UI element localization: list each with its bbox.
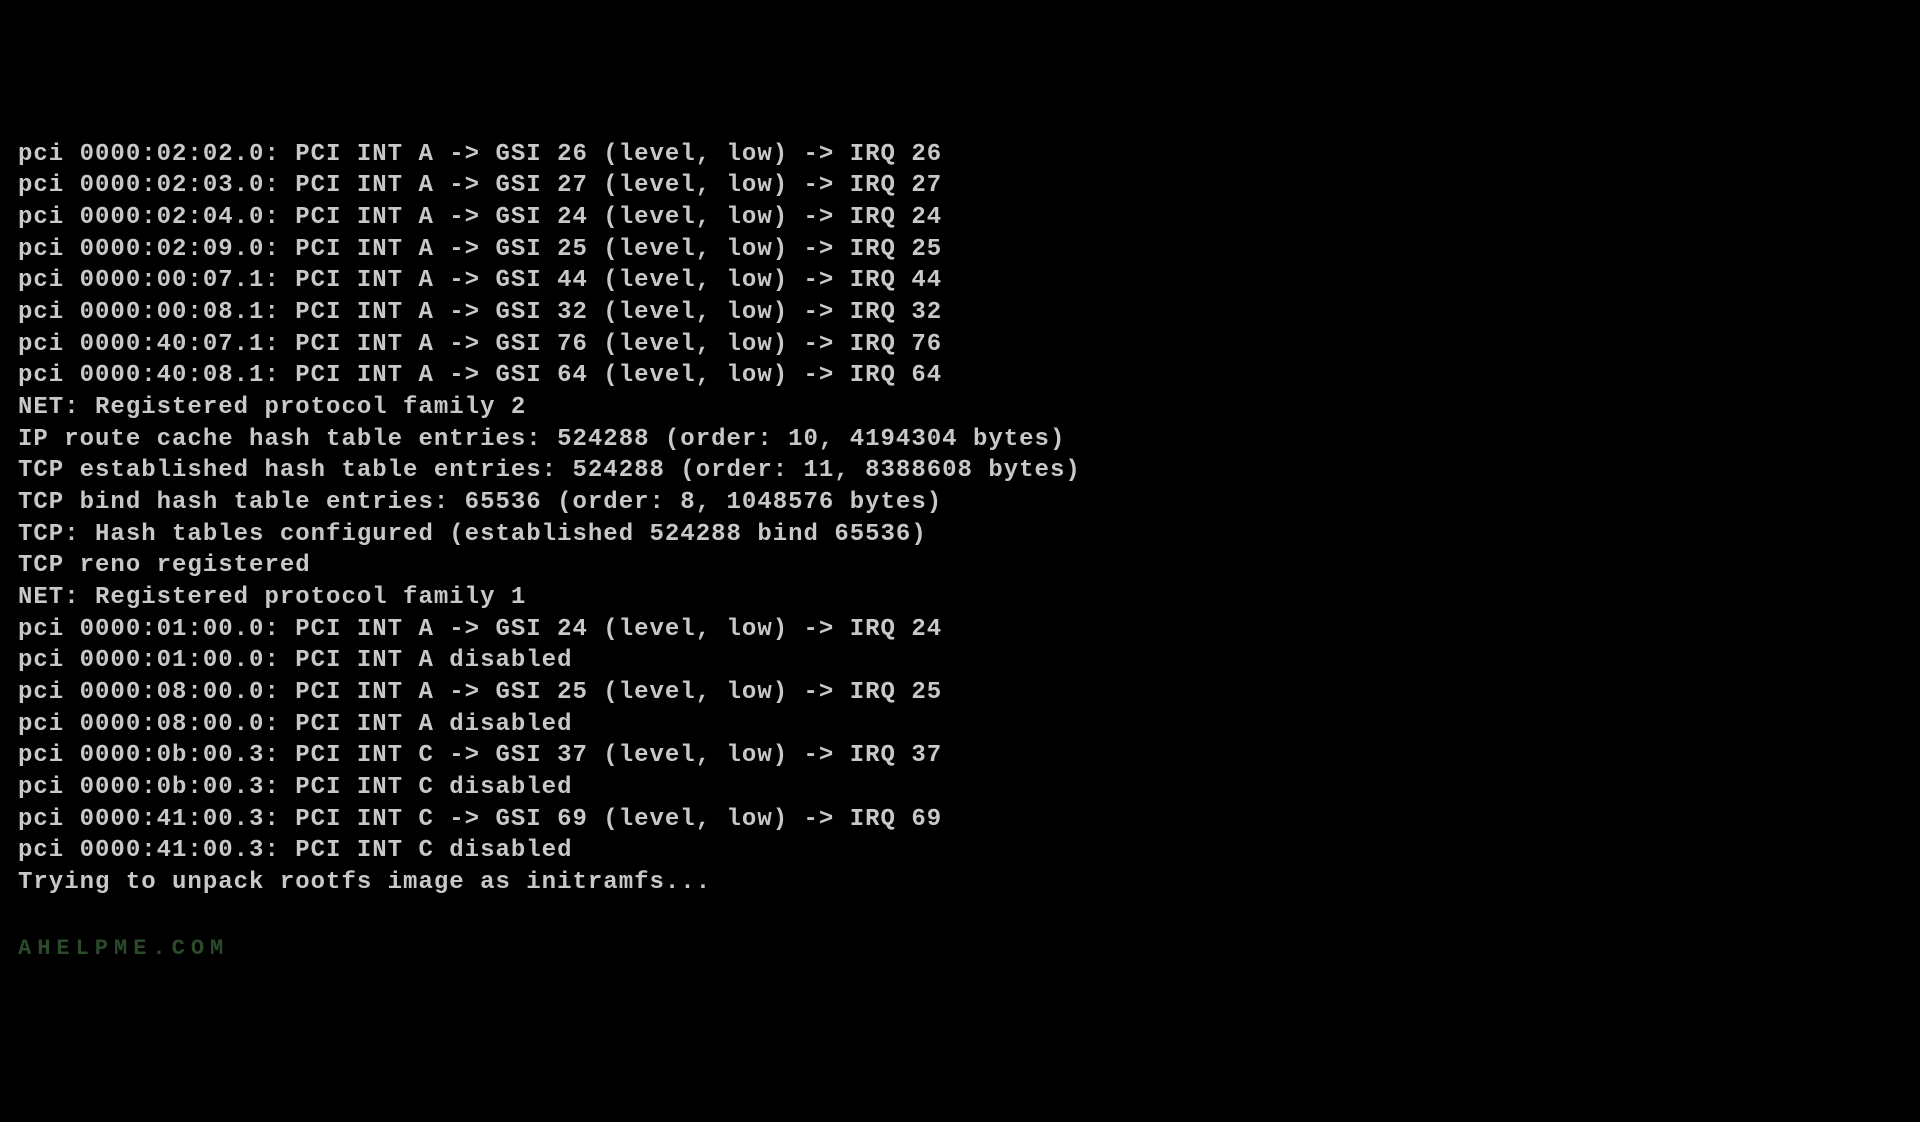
console-line: TCP bind hash table entries: 65536 (orde… (18, 487, 1902, 519)
boot-console: pci 0000:02:02.0: PCI INT A -> GSI 26 (l… (18, 139, 1902, 899)
console-line: pci 0000:41:00.3: PCI INT C -> GSI 69 (l… (18, 804, 1902, 836)
console-line: pci 0000:00:08.1: PCI INT A -> GSI 32 (l… (18, 297, 1902, 329)
console-line: pci 0000:00:07.1: PCI INT A -> GSI 44 (l… (18, 265, 1902, 297)
console-line: pci 0000:0b:00.3: PCI INT C -> GSI 37 (l… (18, 740, 1902, 772)
console-line: pci 0000:02:09.0: PCI INT A -> GSI 25 (l… (18, 234, 1902, 266)
console-line: TCP reno registered (18, 550, 1902, 582)
console-line: pci 0000:08:00.0: PCI INT A disabled (18, 709, 1902, 741)
console-line: pci 0000:01:00.0: PCI INT A -> GSI 24 (l… (18, 614, 1902, 646)
console-line: TCP: Hash tables configured (established… (18, 519, 1902, 551)
console-line: pci 0000:40:07.1: PCI INT A -> GSI 76 (l… (18, 329, 1902, 361)
console-line: IP route cache hash table entries: 52428… (18, 424, 1902, 456)
console-line: pci 0000:02:03.0: PCI INT A -> GSI 27 (l… (18, 170, 1902, 202)
console-line: NET: Registered protocol family 1 (18, 582, 1902, 614)
console-line: TCP established hash table entries: 5242… (18, 455, 1902, 487)
console-line: pci 0000:01:00.0: PCI INT A disabled (18, 645, 1902, 677)
console-line: Trying to unpack rootfs image as initram… (18, 867, 1902, 899)
console-line: NET: Registered protocol family 2 (18, 392, 1902, 424)
console-line: pci 0000:40:08.1: PCI INT A -> GSI 64 (l… (18, 360, 1902, 392)
console-line: pci 0000:02:02.0: PCI INT A -> GSI 26 (l… (18, 139, 1902, 171)
console-line: pci 0000:0b:00.3: PCI INT C disabled (18, 772, 1902, 804)
console-line: pci 0000:02:04.0: PCI INT A -> GSI 24 (l… (18, 202, 1902, 234)
console-line: pci 0000:08:00.0: PCI INT A -> GSI 25 (l… (18, 677, 1902, 709)
watermark-text: AHELPME.COM (18, 934, 1902, 963)
console-line: pci 0000:41:00.3: PCI INT C disabled (18, 835, 1902, 867)
